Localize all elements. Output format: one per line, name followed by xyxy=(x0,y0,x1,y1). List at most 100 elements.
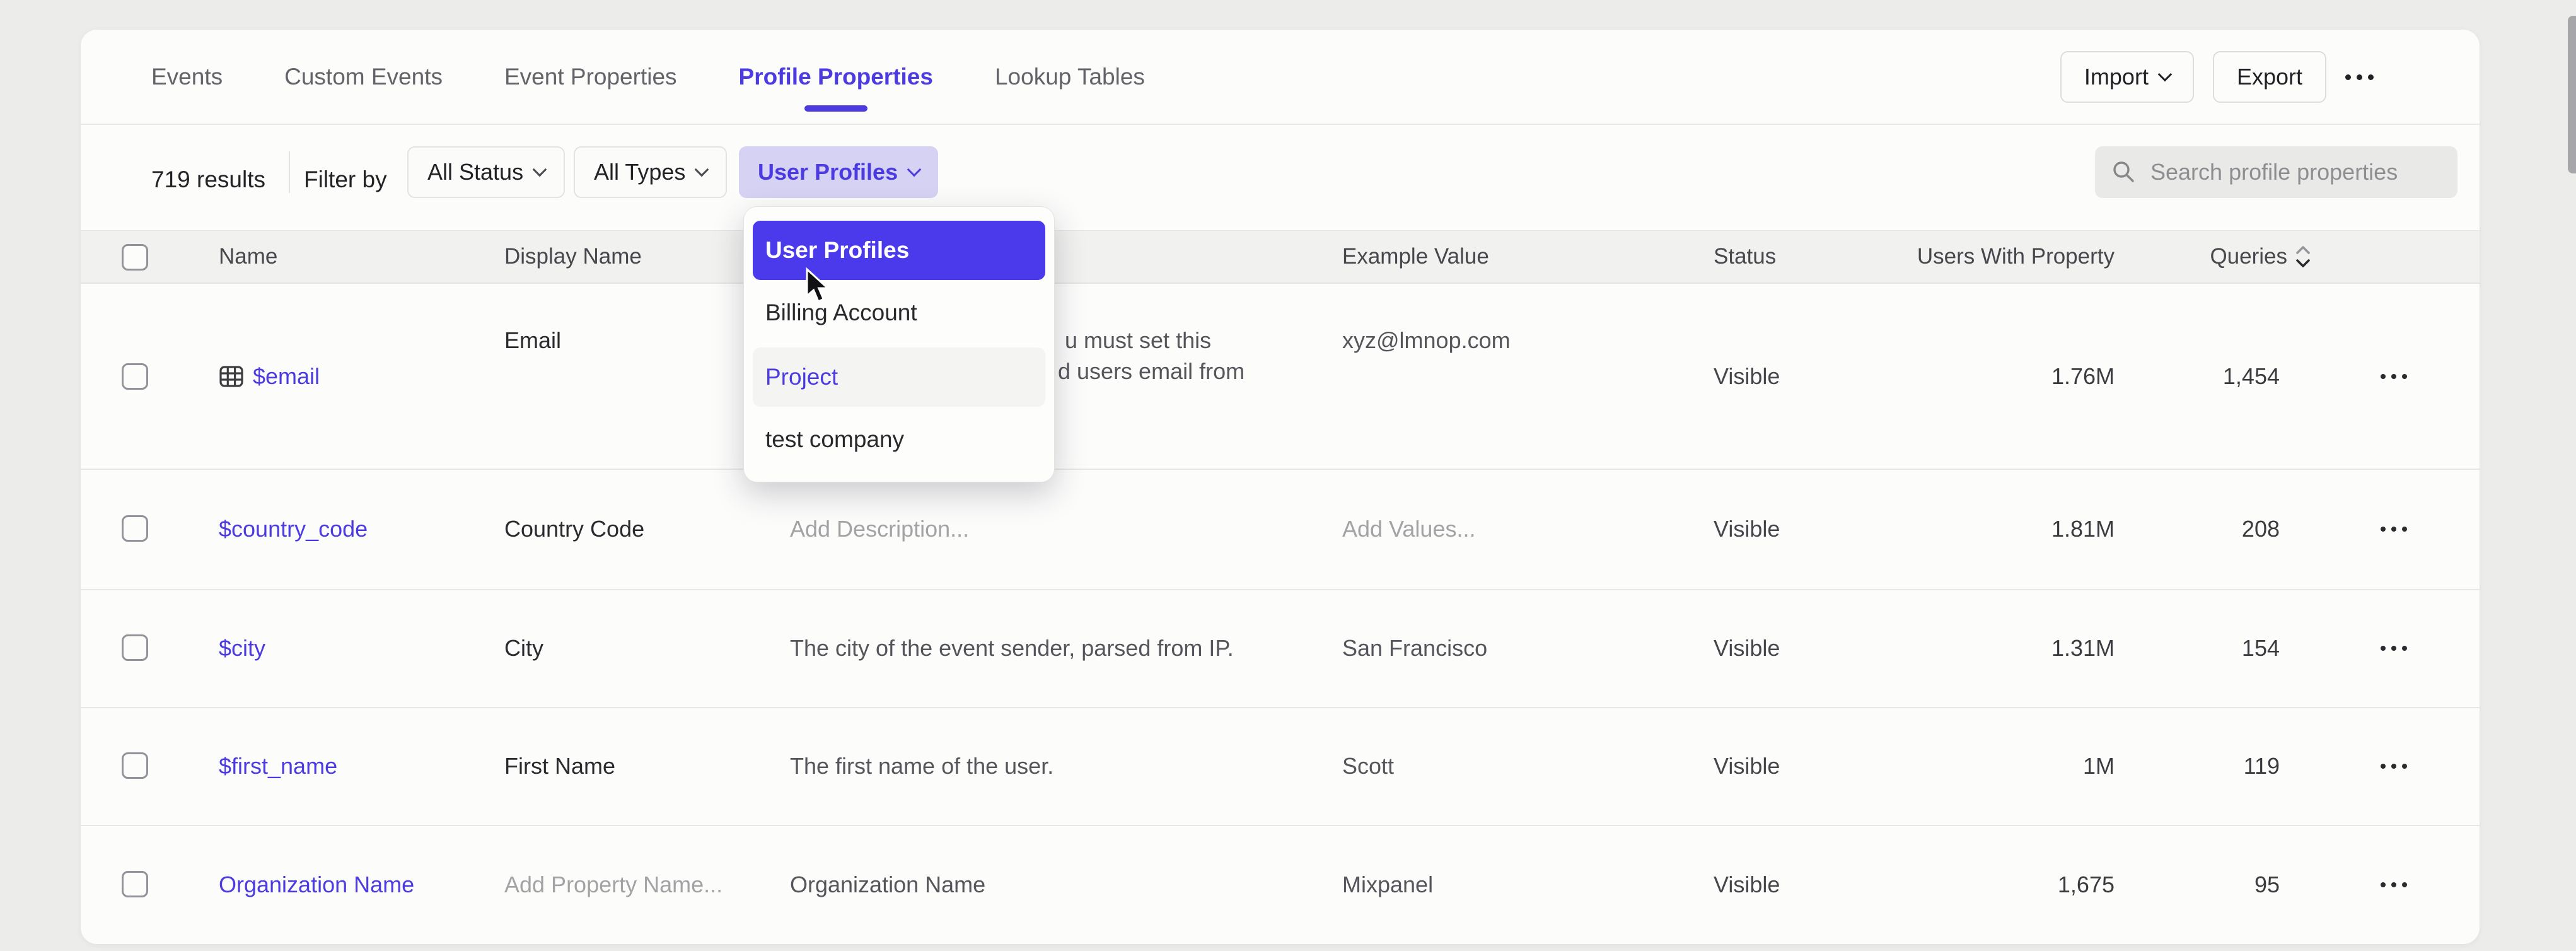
row-checkbox[interactable] xyxy=(122,752,148,779)
status-filter-dropdown[interactable]: All Status xyxy=(407,146,565,198)
type-filter-dropdown[interactable]: All Types xyxy=(574,146,727,198)
export-button[interactable]: Export xyxy=(2213,51,2326,103)
queries-cell: 95 xyxy=(2149,872,2280,898)
example-value-cell[interactable]: San Francisco xyxy=(1342,635,1487,662)
status-cell: Visible xyxy=(1714,872,1780,898)
row-more-button[interactable] xyxy=(2381,882,2407,887)
table-row: $city City The city of the event sender,… xyxy=(81,589,2480,708)
dropdown-item-billing-account[interactable]: Billing Account xyxy=(753,283,1045,342)
tab-profile-properties[interactable]: Profile Properties xyxy=(739,64,933,90)
tab-lookup-tables[interactable]: Lookup Tables xyxy=(995,64,1145,90)
tab-event-properties[interactable]: Event Properties xyxy=(504,64,677,90)
results-count: 719 results xyxy=(151,166,265,193)
more-options-button[interactable] xyxy=(2345,74,2374,80)
search-bar[interactable] xyxy=(2095,146,2457,198)
column-header-status: Status xyxy=(1714,244,1776,269)
users-with-property-cell: 1.81M xyxy=(1909,516,2115,542)
properties-panel: Events Custom Events Event Properties Pr… xyxy=(81,30,2480,944)
filter-by-label: Filter by xyxy=(304,166,387,193)
column-header-name: Name xyxy=(219,244,277,269)
chevron-down-icon xyxy=(907,163,922,177)
row-more-button[interactable] xyxy=(2381,374,2407,379)
users-with-property-cell: 1.31M xyxy=(1909,635,2115,662)
row-more-button[interactable] xyxy=(2381,527,2407,532)
status-cell: Visible xyxy=(1714,635,1780,662)
table-row: $first_name First Name The first name of… xyxy=(81,707,2480,826)
type-filter-label: All Types xyxy=(594,159,685,185)
description-cell[interactable]: Add Description... xyxy=(790,516,969,542)
lookup-table-icon xyxy=(219,364,244,389)
example-value-cell[interactable]: Mixpanel xyxy=(1342,872,1433,898)
tab-custom-events[interactable]: Custom Events xyxy=(284,64,443,90)
display-name-cell[interactable]: City xyxy=(504,635,543,662)
dropdown-item-user-profiles[interactable]: User Profiles xyxy=(753,221,1045,280)
property-name-link[interactable]: $first_name xyxy=(219,753,337,779)
property-name-link[interactable]: $city xyxy=(219,635,265,662)
table-header: Name Display Name Example Value Status U… xyxy=(81,230,2480,284)
row-checkbox[interactable] xyxy=(122,871,148,897)
description-cell[interactable]: Organization Name xyxy=(790,872,985,898)
status-cell: Visible xyxy=(1714,516,1780,542)
example-value-cell[interactable]: Add Values... xyxy=(1342,516,1475,542)
property-name-cell[interactable]: $email xyxy=(219,363,320,390)
queries-header-label: Queries xyxy=(2210,244,2287,269)
search-icon xyxy=(2111,160,2137,185)
tab-events[interactable]: Events xyxy=(151,64,223,90)
status-filter-label: All Status xyxy=(427,159,523,185)
example-value-cell[interactable]: xyz@lmnop.com xyxy=(1342,327,1511,354)
chevron-down-icon xyxy=(695,163,709,177)
display-name-cell[interactable]: First Name xyxy=(504,753,615,779)
import-button-label: Import xyxy=(2084,64,2149,90)
users-with-property-cell: 1M xyxy=(1909,753,2115,779)
dropdown-item-project[interactable]: Project xyxy=(753,347,1045,407)
dropdown-item-test-company[interactable]: test company xyxy=(753,410,1045,469)
import-button[interactable]: Import xyxy=(2060,51,2194,103)
sort-icon xyxy=(2295,244,2311,269)
description-cell[interactable]: The city of the event sender, parsed fro… xyxy=(790,635,1234,662)
users-with-property-cell: 1.76M xyxy=(1909,363,2115,390)
column-header-queries[interactable]: Queries xyxy=(2149,244,2311,269)
divider xyxy=(289,151,290,193)
table-row: $country_code Country Code Add Descripti… xyxy=(81,469,2480,590)
queries-cell: 208 xyxy=(2149,516,2280,542)
mouse-cursor xyxy=(799,267,833,305)
example-value-cell[interactable]: Scott xyxy=(1342,753,1394,779)
display-name-cell[interactable]: Email xyxy=(504,327,561,354)
row-checkbox[interactable] xyxy=(122,515,148,542)
description-cell[interactable]: The first name of the user. xyxy=(790,753,1053,779)
status-cell: Visible xyxy=(1714,363,1780,390)
display-name-cell[interactable]: Add Property Name... xyxy=(504,872,722,898)
row-checkbox[interactable] xyxy=(122,363,148,390)
select-all-checkbox[interactable] xyxy=(122,244,148,271)
export-button-label: Export xyxy=(2237,64,2302,90)
search-input[interactable] xyxy=(2149,158,2442,186)
toolbar: Import Export xyxy=(2060,50,2374,103)
queries-cell: 1,454 xyxy=(2149,363,2280,390)
status-cell: Visible xyxy=(1714,753,1780,779)
users-with-property-cell: 1,675 xyxy=(1909,872,2115,898)
chevron-down-icon xyxy=(2158,67,2173,82)
table-row: $email Email u must set this d users ema… xyxy=(81,284,2480,470)
filter-bar: 719 results Filter by All Status All Typ… xyxy=(81,125,2480,235)
description-fragment: d users email from xyxy=(1058,358,1244,385)
column-header-users-with-property: Users With Property xyxy=(1846,244,2115,269)
column-header-display-name: Display Name xyxy=(504,244,642,269)
chevron-down-icon xyxy=(533,163,547,177)
property-name-link[interactable]: $country_code xyxy=(219,516,368,542)
scrollbar-thumb[interactable] xyxy=(2568,16,2576,173)
profile-type-filter-dropdown[interactable]: User Profiles xyxy=(739,146,938,198)
profile-type-dropdown-menu: User Profiles Billing Account Project te… xyxy=(743,206,1055,482)
property-name-link[interactable]: $email xyxy=(253,363,320,390)
property-name-link[interactable]: Organization Name xyxy=(219,872,414,898)
page: Events Custom Events Event Properties Pr… xyxy=(0,0,2576,951)
profile-type-filter-label: User Profiles xyxy=(758,159,898,185)
column-header-example-value: Example Value xyxy=(1342,244,1489,269)
row-checkbox[interactable] xyxy=(122,634,148,661)
row-more-button[interactable] xyxy=(2381,764,2407,769)
row-more-button[interactable] xyxy=(2381,646,2407,651)
display-name-cell[interactable]: Country Code xyxy=(504,516,644,542)
queries-cell: 154 xyxy=(2149,635,2280,662)
queries-cell: 119 xyxy=(2149,753,2280,779)
description-fragment: u must set this xyxy=(1065,327,1211,354)
table-row: Organization Name Add Property Name... O… xyxy=(81,825,2480,944)
